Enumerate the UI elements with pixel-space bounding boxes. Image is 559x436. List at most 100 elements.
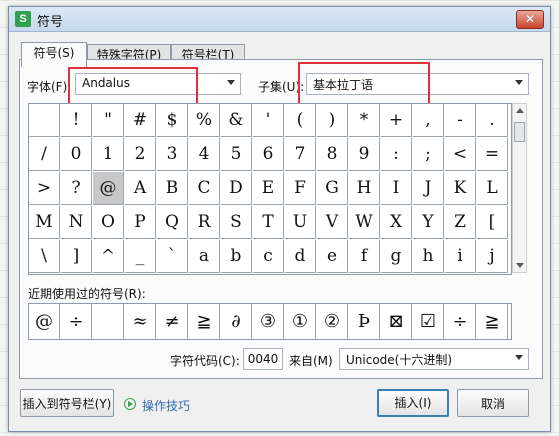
char-code-input[interactable]: 0040 — [243, 348, 283, 370]
symbol-cell[interactable]: g — [381, 240, 412, 273]
recent-symbol-cell[interactable]: ÷ — [445, 304, 476, 339]
symbol-cell[interactable]: X — [381, 206, 412, 239]
symbol-cell[interactable]: ^ — [93, 240, 124, 273]
symbol-cell[interactable]: Y — [413, 206, 444, 239]
symbol-cell[interactable]: ( — [285, 104, 316, 137]
symbol-cell[interactable]: ] — [61, 240, 92, 273]
symbol-cell[interactable]: $ — [157, 104, 188, 137]
symbol-cell[interactable]: a — [189, 240, 220, 273]
symbol-cell[interactable]: C — [189, 172, 220, 205]
symbol-cell[interactable]: O — [93, 206, 124, 239]
symbol-cell[interactable]: 6 — [253, 138, 284, 171]
symbol-cell[interactable]: P — [125, 206, 156, 239]
symbol-cell[interactable]: Z — [445, 206, 476, 239]
recent-symbol-cell[interactable]: ≠ — [157, 304, 188, 339]
symbol-cell[interactable]: R — [189, 206, 220, 239]
recent-symbol-cell[interactable]: ≈ — [125, 304, 156, 339]
symbol-cell[interactable]: > — [29, 172, 60, 205]
symbol-cell[interactable]: * — [349, 104, 380, 137]
symbol-cell[interactable]: i — [445, 240, 476, 273]
scroll-thumb[interactable] — [514, 122, 525, 142]
symbol-cell[interactable]: - — [445, 104, 476, 137]
symbol-cell[interactable]: 8 — [317, 138, 348, 171]
symbol-cell[interactable]: @ — [93, 172, 124, 205]
scroll-down-arrow-icon[interactable] — [516, 263, 524, 268]
symbol-cell[interactable]: J — [413, 172, 444, 205]
symbol-cell[interactable]: = — [477, 138, 508, 171]
symbol-cell[interactable]: T — [253, 206, 284, 239]
symbol-cell[interactable]: N — [61, 206, 92, 239]
recent-symbol-cell[interactable]: ② — [317, 304, 348, 339]
symbol-cell[interactable]: # — [125, 104, 156, 137]
symbol-cell[interactable]: B — [157, 172, 188, 205]
symbol-cell[interactable]: 5 — [221, 138, 252, 171]
symbol-cell[interactable]: b — [221, 240, 252, 273]
symbol-cell[interactable]: ; — [413, 138, 444, 171]
recent-symbol-cell[interactable]: ① — [285, 304, 316, 339]
symbol-cell[interactable]: U — [285, 206, 316, 239]
symbol-cell[interactable]: + — [381, 104, 412, 137]
symbol-cell[interactable]: S — [221, 206, 252, 239]
recent-symbol-cell[interactable]: ③ — [253, 304, 284, 339]
symbol-cell[interactable]: E — [253, 172, 284, 205]
symbol-cell[interactable]: W — [349, 206, 380, 239]
symbol-cell[interactable]: 3 — [157, 138, 188, 171]
symbol-cell[interactable]: 7 — [285, 138, 316, 171]
symbol-cell[interactable]: [ — [477, 206, 508, 239]
recent-symbol-cell[interactable]: ÷ — [61, 304, 92, 339]
symbol-grid-scrollbar[interactable] — [512, 103, 527, 273]
symbol-cell[interactable]: " — [93, 104, 124, 137]
symbol-cell[interactable]: f — [349, 240, 380, 273]
symbol-cell[interactable]: h — [413, 240, 444, 273]
symbol-cell[interactable]: \ — [29, 240, 60, 273]
symbol-cell[interactable]: F — [285, 172, 316, 205]
symbol-cell[interactable]: j — [477, 240, 508, 273]
recent-symbol-cell[interactable]: ∂ — [221, 304, 252, 339]
symbol-cell[interactable]: M — [29, 206, 60, 239]
symbol-cell[interactable]: I — [381, 172, 412, 205]
recent-symbol-cell[interactable] — [93, 304, 124, 339]
symbol-cell[interactable]: H — [349, 172, 380, 205]
insert-button[interactable]: 插入(I) — [377, 389, 449, 417]
symbol-cell[interactable]: 2 — [125, 138, 156, 171]
symbol-cell[interactable]: e — [317, 240, 348, 273]
symbol-cell[interactable]: ` — [157, 240, 188, 273]
symbol-cell[interactable]: 4 — [189, 138, 220, 171]
symbol-cell[interactable]: 9 — [349, 138, 380, 171]
symbol-cell[interactable]: D — [221, 172, 252, 205]
symbol-cell[interactable]: A — [125, 172, 156, 205]
recent-symbol-cell[interactable]: @ — [29, 304, 60, 339]
symbol-cell[interactable]: % — [189, 104, 220, 137]
symbol-cell[interactable]: ! — [61, 104, 92, 137]
symbol-cell[interactable]: < — [445, 138, 476, 171]
symbol-cell[interactable]: & — [221, 104, 252, 137]
symbol-cell[interactable]: K — [445, 172, 476, 205]
symbol-cell[interactable]: . — [477, 104, 508, 137]
insert-to-symbol-bar-button[interactable]: 插入到符号栏(Y) — [20, 389, 114, 417]
symbol-cell[interactable]: _ — [125, 240, 156, 273]
symbol-cell[interactable]: c — [253, 240, 284, 273]
from-select[interactable]: Unicode(十六进制) — [339, 348, 529, 370]
symbol-cell[interactable]: : — [381, 138, 412, 171]
recent-symbol-cell[interactable]: ≧ — [189, 304, 220, 339]
scroll-up-arrow-icon[interactable] — [516, 108, 524, 113]
symbol-cell[interactable]: ' — [253, 104, 284, 137]
symbol-cell[interactable]: L — [477, 172, 508, 205]
symbol-cell[interactable]: d — [285, 240, 316, 273]
recent-symbol-cell[interactable]: ⊠ — [381, 304, 412, 339]
symbol-cell[interactable]: V — [317, 206, 348, 239]
symbol-cell[interactable]: 0 — [61, 138, 92, 171]
symbol-cell[interactable]: ? — [61, 172, 92, 205]
symbol-cell[interactable]: 1 — [93, 138, 124, 171]
symbol-cell[interactable] — [29, 104, 60, 137]
recent-symbol-cell[interactable]: ☑ — [413, 304, 444, 339]
symbol-cell[interactable]: G — [317, 172, 348, 205]
symbol-cell[interactable]: ) — [317, 104, 348, 137]
tips-link[interactable]: 操作技巧 — [142, 397, 190, 414]
symbol-cell[interactable]: , — [413, 104, 444, 137]
close-button[interactable]: ✕ — [516, 10, 544, 29]
recent-symbol-cell[interactable]: ≧ — [477, 304, 508, 339]
symbol-cell[interactable]: Q — [157, 206, 188, 239]
symbol-cell[interactable]: / — [29, 138, 60, 171]
cancel-button[interactable]: 取消 — [457, 389, 529, 417]
